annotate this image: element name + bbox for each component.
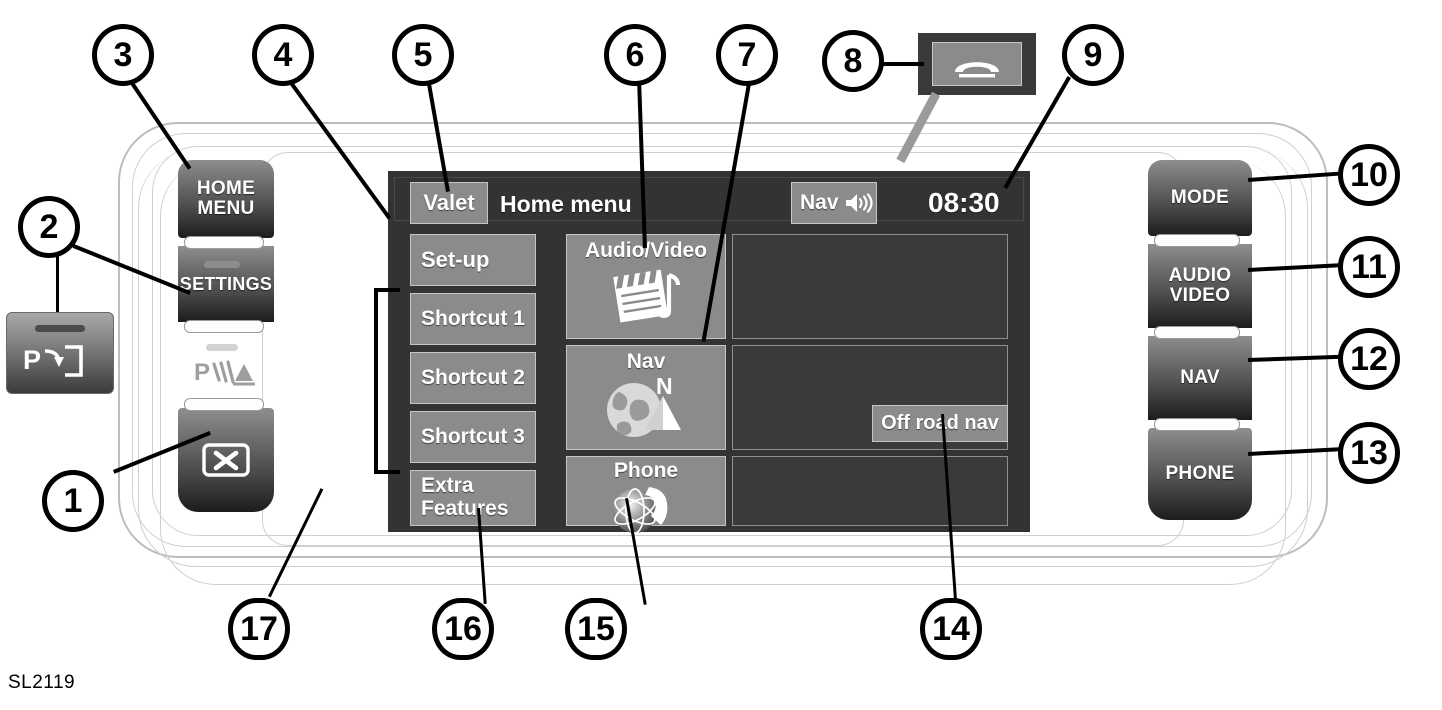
parking-distance-icon: P (194, 358, 260, 388)
phone-button[interactable]: PHONE (1148, 428, 1252, 520)
screen-key-setup[interactable]: Set-up (410, 234, 536, 286)
settings-button[interactable]: SETTINGS (178, 246, 274, 322)
phone-icon-inset-inner (932, 42, 1022, 86)
screen-clock: 08:30 (928, 187, 1000, 218)
screen-key-shortcut-1[interactable]: Shortcut 1 (410, 293, 536, 345)
nav-audio-label: Nav (800, 191, 839, 214)
audio-video-button[interactable]: AUDIO VIDEO (1148, 244, 1252, 328)
callout-7: 7 (716, 24, 778, 86)
park-assist-icon: P (23, 345, 83, 377)
audio-video-label-line1: AUDIO (1168, 265, 1232, 287)
svg-text:P: P (23, 345, 41, 375)
nav-audio-status[interactable]: Nav (791, 182, 877, 224)
mode-button[interactable]: MODE (1148, 160, 1252, 236)
button-slot-1 (204, 261, 240, 268)
clapperboard-music-icon (613, 269, 681, 323)
callout-15: 15 (565, 598, 627, 660)
callout-3: 3 (92, 24, 154, 86)
phone-handset-icon (955, 62, 999, 78)
setup-label: Set-up (421, 247, 490, 272)
right-button-ridge-1 (1154, 234, 1240, 247)
audio-video-label-line2: VIDEO (1169, 285, 1231, 306)
off-road-nav-label: Off road nav (881, 412, 999, 434)
button-slot-2 (206, 344, 238, 351)
screen-panel-audio-video (732, 234, 1008, 339)
screen-title: Home menu (500, 191, 632, 217)
off-road-nav-button[interactable]: Off road nav (872, 405, 1008, 442)
callout-8: 8 (822, 30, 884, 92)
home-menu-button[interactable]: HOME MENU (178, 160, 274, 238)
right-button-stack: MODE AUDIO VIDEO NAV PHONE (1148, 160, 1252, 520)
close-x-icon (202, 443, 250, 477)
screen-tile-phone[interactable]: Phone (566, 456, 726, 534)
right-button-ridge-2 (1154, 326, 1240, 339)
button-ridge-2 (184, 320, 264, 333)
screen-key-extra-features[interactable]: Extra Features (410, 470, 536, 526)
callout-17: 17 (228, 598, 290, 660)
nav-tile-label: Nav (626, 350, 666, 373)
shortcut-2-label: Shortcut 2 (421, 366, 525, 389)
callout-11: 11 (1338, 236, 1400, 298)
shortcut-1-label: Shortcut 1 (421, 307, 525, 330)
extra-features-label-line1: Extra (421, 474, 474, 498)
screen-key-shortcut-2[interactable]: Shortcut 2 (410, 352, 536, 404)
button-ridge-1 (184, 236, 264, 249)
callout-9: 9 (1062, 24, 1124, 86)
settings-label: SETTINGS (179, 273, 273, 294)
close-button[interactable] (178, 408, 274, 512)
phone-icon-inset (918, 33, 1036, 95)
valet-label: Valet (423, 190, 475, 215)
park-button-slot (34, 325, 86, 332)
speaker-volume-icon (845, 193, 873, 213)
screen-tile-nav[interactable]: Nav N (566, 345, 726, 450)
phone-label: PHONE (1165, 463, 1235, 485)
lead-park-button (56, 250, 59, 312)
screen-tile-audio-video[interactable]: Audio/Video (566, 234, 726, 339)
shortcuts-bracket (374, 288, 400, 474)
callout-6: 6 (604, 24, 666, 86)
figure-reference: SL2119 (8, 672, 76, 693)
callout-2: 2 (18, 196, 80, 258)
park-assist-button[interactable]: P (6, 312, 114, 394)
callout-13: 13 (1338, 422, 1400, 484)
callout-14: 14 (920, 598, 982, 660)
callout-1: 1 (42, 470, 104, 532)
callout-10: 10 (1338, 144, 1400, 206)
callout-16: 16 (432, 598, 494, 660)
infotainment-screen[interactable]: Valet Home menu Nav 08:30 Set-up Shortcu… (388, 171, 1030, 534)
right-button-ridge-3 (1154, 418, 1240, 431)
button-ridge-3 (184, 398, 264, 411)
globe-compass-icon: N (607, 374, 681, 437)
callout-5: 5 (392, 24, 454, 86)
callout-12: 12 (1338, 328, 1400, 390)
left-button-stack: HOME MENU SETTINGS P (178, 160, 274, 520)
home-menu-label-line2: MENU (197, 198, 255, 219)
extra-features-label-line2: Features (421, 497, 509, 520)
screen-key-shortcut-3[interactable]: Shortcut 3 (410, 411, 536, 463)
svg-text:N: N (656, 374, 673, 399)
phone-tile-label: Phone (613, 459, 679, 482)
nav-button[interactable]: NAV (1148, 336, 1252, 420)
globe-handset-icon (613, 487, 668, 534)
shortcut-3-label: Shortcut 3 (421, 425, 525, 448)
screen-panel-phone (732, 456, 1008, 526)
callout-4: 4 (252, 24, 314, 86)
mode-label: MODE (1170, 187, 1230, 209)
home-menu-label-line1: HOME (196, 178, 256, 200)
nav-label: NAV (1180, 367, 1220, 389)
